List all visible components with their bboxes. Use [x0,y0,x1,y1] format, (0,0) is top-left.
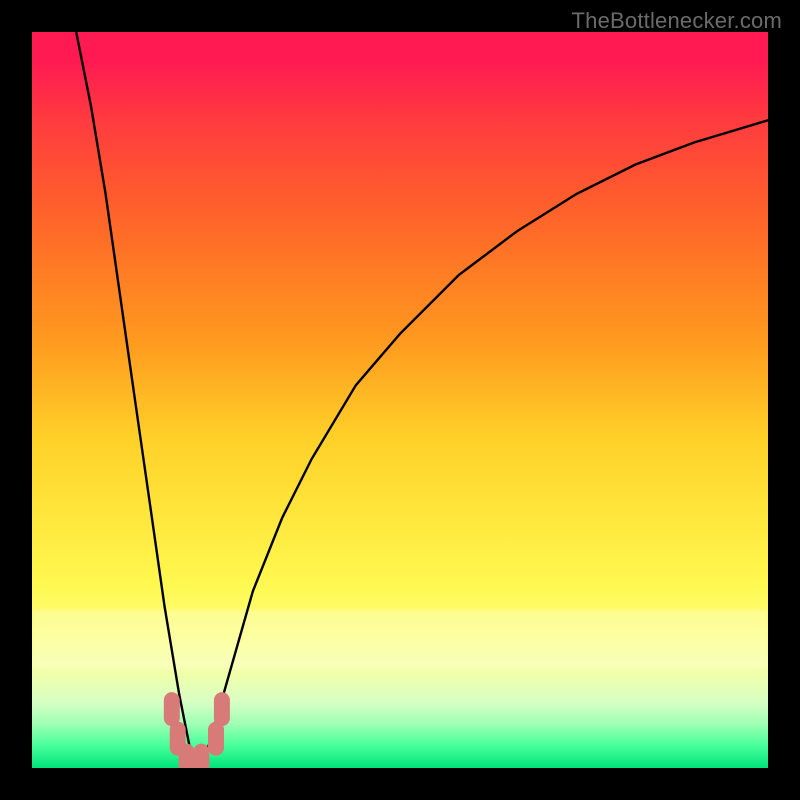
plot-area [32,32,768,768]
highlight-marker [164,692,180,726]
chart-svg [32,32,768,768]
highlight-markers [164,692,230,768]
highlight-marker [208,722,224,756]
bottleneck-curve [76,32,768,768]
highlight-marker [193,744,209,768]
highlight-marker [179,744,195,768]
watermark-text: TheBottlenecker.com [572,8,782,34]
highlight-marker [214,692,230,726]
chart-frame: TheBottlenecker.com [0,0,800,800]
